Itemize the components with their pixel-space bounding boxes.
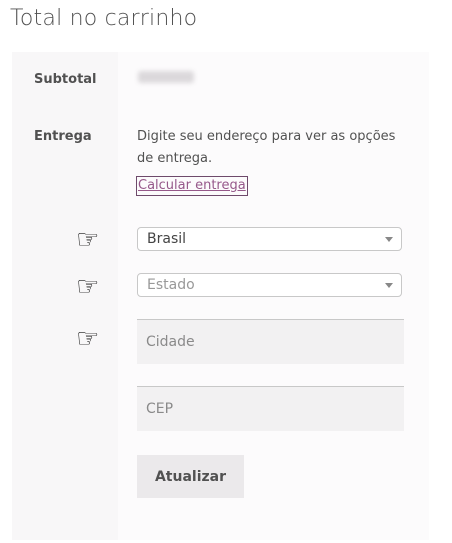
pointing-hand-icon: ☞ bbox=[76, 225, 100, 255]
postcode-placeholder: CEP bbox=[146, 401, 174, 417]
city-input[interactable]: Cidade bbox=[137, 319, 404, 364]
pointing-hand-icon: ☞ bbox=[76, 272, 100, 302]
subtotal-value-blurred bbox=[138, 71, 194, 83]
shipping-description: Digite seu endereço para ver as opções d… bbox=[137, 129, 396, 166]
shipping-label: Entrega bbox=[34, 129, 92, 144]
country-select[interactable]: Brasil bbox=[137, 227, 402, 251]
country-selected-value: Brasil bbox=[147, 231, 187, 247]
chevron-down-icon bbox=[385, 283, 393, 288]
city-placeholder: Cidade bbox=[146, 334, 195, 350]
cart-totals-title: Total no carrinho bbox=[10, 6, 198, 31]
state-select[interactable]: Estado bbox=[137, 273, 402, 297]
update-button[interactable]: Atualizar bbox=[137, 455, 244, 498]
state-placeholder: Estado bbox=[147, 277, 195, 293]
pointing-hand-icon: ☞ bbox=[76, 324, 100, 354]
subtotal-label: Subtotal bbox=[34, 72, 97, 87]
chevron-down-icon bbox=[385, 237, 393, 242]
label-column bbox=[12, 52, 118, 540]
postcode-input[interactable]: CEP bbox=[137, 386, 404, 431]
calculate-shipping-link[interactable]: Calcular entrega bbox=[136, 176, 248, 196]
